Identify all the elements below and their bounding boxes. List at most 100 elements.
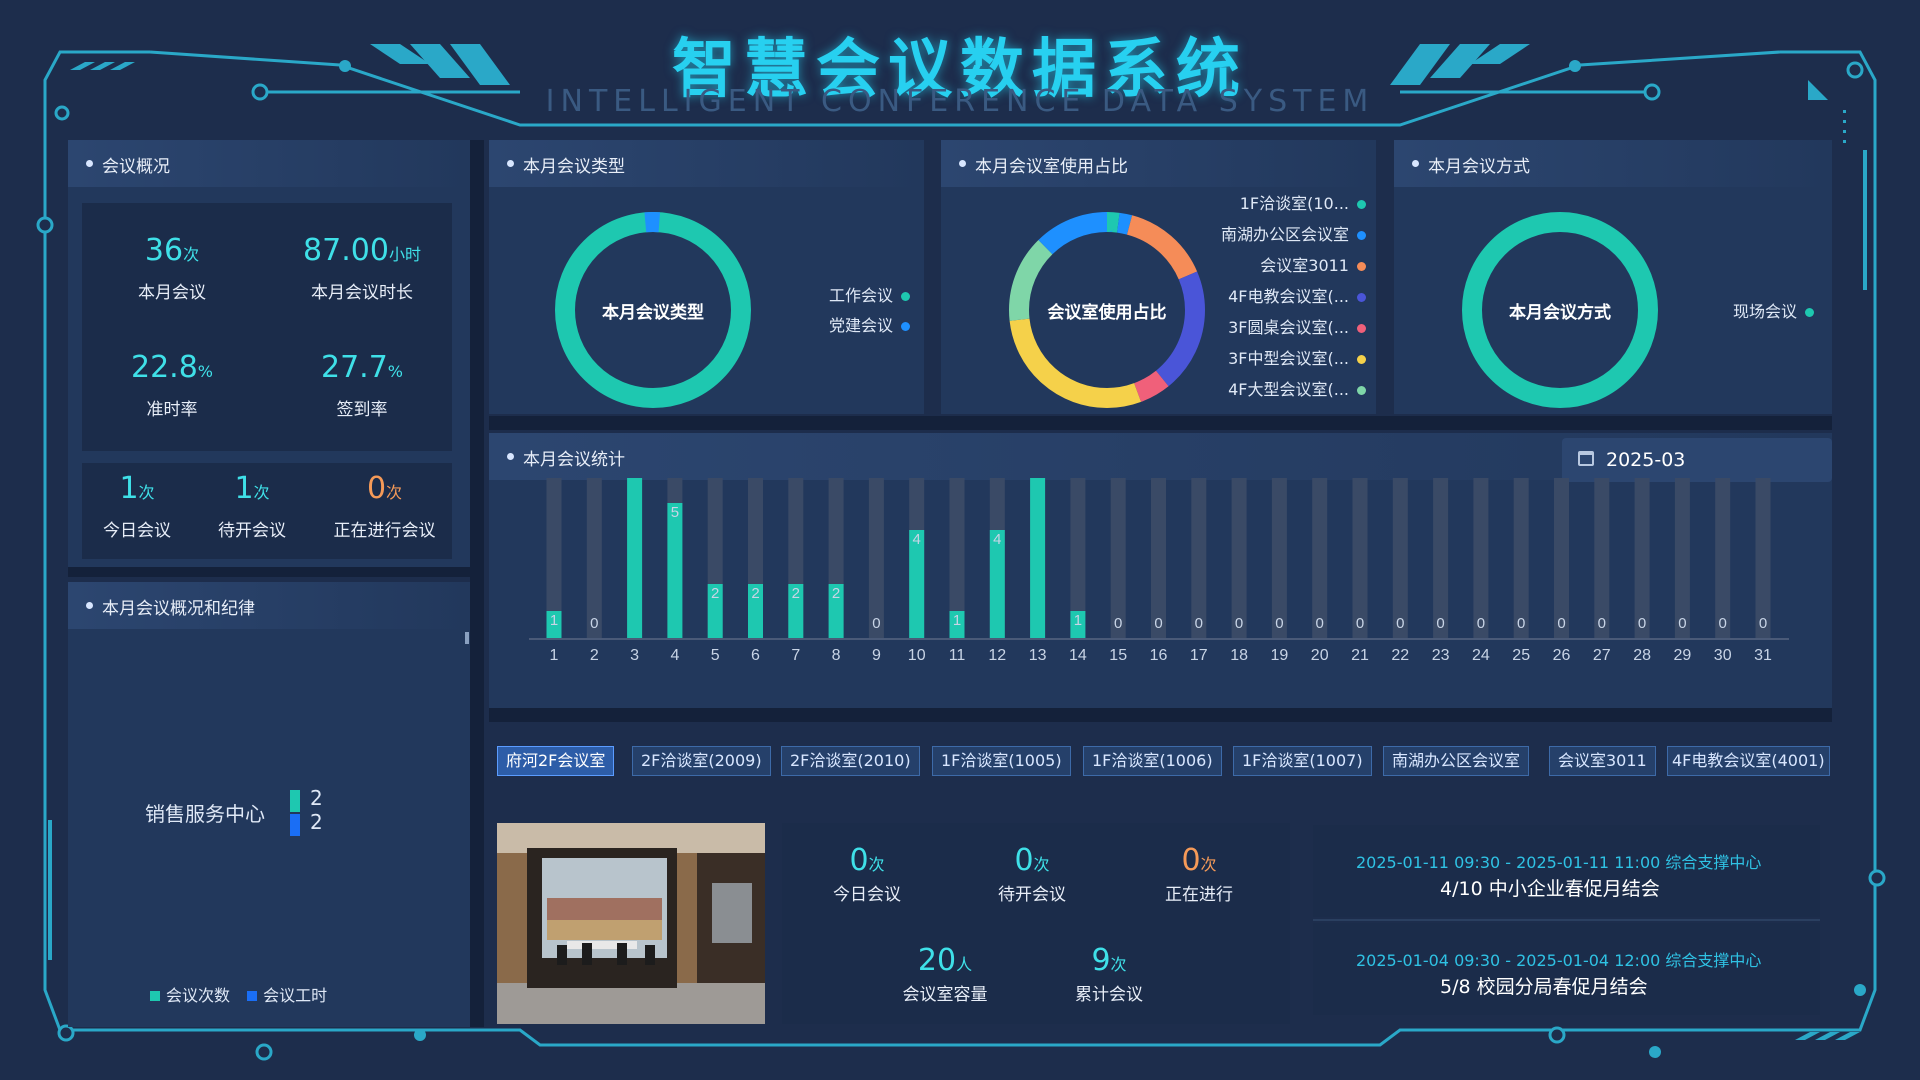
stat-value: 0	[366, 471, 387, 506]
x-tick-label: 22	[1391, 647, 1409, 664]
schedule-time: 2025-01-04 09:30 - 2025-01-04 12:00 综合支撑…	[1356, 951, 1762, 970]
x-tick-label: 2	[590, 647, 599, 664]
overview-today-box: 1次 今日会议 1次 待开会议 0次 正在进行会议	[82, 463, 452, 559]
legend-room-4[interactable]: 4F电教会议室(...	[1228, 283, 1366, 307]
x-tick-label: 20	[1311, 647, 1329, 664]
legend-room-3[interactable]: 会议室3011	[1260, 252, 1366, 276]
stat-label: 今日会议	[833, 885, 901, 905]
stat-value: 87.00	[303, 233, 389, 268]
legend-dot	[1357, 324, 1366, 333]
x-tick-label: 7	[791, 647, 800, 664]
x-tick-label: 5	[711, 647, 720, 664]
bar-value-label: 0	[590, 615, 598, 632]
bar-track	[1674, 478, 1690, 638]
monthly-stats-title: 本月会议统计	[523, 450, 625, 470]
count-bar-value: 2	[310, 786, 323, 810]
stat-label: 会议室容量	[902, 985, 988, 1005]
tab-room-4[interactable]: 1F洽谈室(1005)	[932, 746, 1071, 776]
legend-dot	[1357, 231, 1366, 240]
month-picker[interactable]: 2025-03	[1562, 438, 1832, 482]
bar-value-label: 0	[1154, 615, 1162, 632]
legend-label: 4F大型会议室(...	[1228, 380, 1349, 399]
discipline-scrollbar[interactable]	[465, 632, 469, 644]
page-subtitle: INTELLIGENT CONFERENCE DATA SYSTEM	[545, 84, 1375, 119]
room-total-stat: 9次 累计会议	[1044, 943, 1174, 1005]
tab-room-3[interactable]: 2F洽谈室(2010)	[781, 746, 920, 776]
legend-count-label[interactable]: 会议次数	[166, 986, 230, 1005]
section-divider	[489, 416, 1832, 430]
schedule-item[interactable]: 2025-01-04 09:30 - 2025-01-04 12:00 综合支撑…	[1313, 923, 1820, 1015]
x-tick-label: 23	[1432, 647, 1450, 664]
bar-day-4[interactable]	[667, 503, 683, 638]
header-dot	[86, 160, 93, 167]
stat-label: 签到率	[336, 400, 388, 420]
legend-room-1[interactable]: 1F洽谈室(10...	[1240, 190, 1366, 214]
tab-room-5[interactable]: 1F洽谈室(1006)	[1083, 746, 1222, 776]
bar-value-label: 0	[872, 615, 880, 632]
meeting-type-panel: 本月会议类型 本月会议类型 工作会议 党建会议	[489, 140, 924, 414]
header-dot	[959, 160, 966, 167]
legend-dot	[901, 322, 910, 331]
stat-value: 1	[119, 471, 139, 506]
legend-onsite-meeting[interactable]: 现场会议	[1733, 298, 1814, 322]
bar-value-label: 0	[1678, 615, 1686, 632]
discipline-legend: 会议次数 会议工时	[150, 982, 327, 1006]
legend-room-7[interactable]: 4F大型会议室(...	[1228, 376, 1366, 400]
header-dot	[1412, 160, 1419, 167]
tab-room-1[interactable]: 府河2F会议室	[497, 746, 615, 776]
room-usage-panel: 本月会议室使用占比 会议室使用占比 1F洽谈室(10... 南湖办公区会议室 会…	[941, 140, 1376, 414]
legend-room-6[interactable]: 3F中型会议室(...	[1228, 345, 1366, 369]
legend-party-meeting[interactable]: 党建会议	[829, 312, 910, 336]
discipline-header: 本月会议概况和纪律	[68, 582, 470, 629]
hours-bar-value: 2	[310, 810, 323, 834]
monthly-stats-panel: 本月会议统计 2025-03 1102635425262728094101114…	[489, 433, 1832, 708]
bar-track	[1755, 478, 1771, 638]
legend-label: 1F洽谈室(10...	[1239, 194, 1349, 213]
legend-dot	[1805, 308, 1814, 317]
tab-room-8[interactable]: 会议室3011	[1549, 746, 1656, 776]
x-tick-label: 24	[1472, 647, 1490, 664]
bar-value-label: 0	[1719, 615, 1727, 632]
discipline-category-label: 销售服务中心	[145, 802, 265, 826]
stat-unit: 次	[1033, 855, 1050, 874]
stat-unit: 次	[386, 483, 403, 502]
x-tick-label: 28	[1633, 647, 1651, 664]
stat-unit: 次	[1200, 855, 1217, 874]
tab-room-7[interactable]: 南湖办公区会议室	[1383, 746, 1530, 776]
schedule-title: 5/8 校园分局春促月结会	[1440, 976, 1648, 998]
stat-unit: 小时	[388, 245, 421, 264]
tab-room-6[interactable]: 1F洽谈室(1007)	[1233, 746, 1372, 776]
bar-day-13[interactable]	[1030, 478, 1046, 638]
month-hours-stat: 87.00小时 本月会议时长	[282, 233, 442, 303]
bar-value-label: 1	[1074, 612, 1082, 629]
room-usage-title: 本月会议室使用占比	[975, 157, 1128, 177]
legend-label: 工作会议	[828, 286, 893, 305]
discipline-panel: 本月会议概况和纪律 销售服务中心 2 2 会议次数 会议工时	[68, 582, 470, 1027]
bar-track	[1473, 478, 1489, 638]
stat-label: 正在进行会议	[333, 521, 436, 541]
tab-room-9[interactable]: 4F电教会议室(4001)	[1667, 746, 1830, 776]
header-dot	[507, 160, 514, 167]
schedule-item[interactable]: 2025-01-11 09:30 - 2025-01-11 11:00 综合支撑…	[1313, 825, 1820, 917]
legend-dot	[1357, 293, 1366, 302]
tab-room-2[interactable]: 2F洽谈室(2009)	[632, 746, 771, 776]
bar-value-label: 1	[953, 612, 961, 629]
legend-room-5[interactable]: 3F圆桌会议室(...	[1228, 314, 1366, 338]
x-tick-label: 21	[1351, 647, 1369, 664]
bar-value-label: 1	[550, 612, 558, 629]
bar-day-3[interactable]	[627, 478, 643, 638]
stat-unit: 人	[956, 955, 973, 974]
overview-header: 会议概况	[68, 140, 470, 187]
stat-value: 27.7	[321, 350, 388, 385]
overview-stats-box: 36次 本月会议 87.00小时 本月会议时长 22.8% 准时率 27.7% …	[82, 203, 452, 451]
stat-unit: 次	[138, 483, 155, 502]
stat-label: 本月会议时长	[311, 283, 413, 303]
bar-value-label: 2	[711, 585, 719, 602]
legend-work-meeting[interactable]: 工作会议	[829, 282, 910, 306]
x-tick-label: 9	[872, 647, 881, 664]
ongoing-stat: 0次 正在进行会议	[317, 471, 452, 541]
x-tick-label: 19	[1271, 647, 1289, 664]
legend-hours-label[interactable]: 会议工时	[263, 986, 327, 1005]
legend-room-2[interactable]: 南湖办公区会议室	[1221, 221, 1366, 245]
x-tick-label: 17	[1190, 647, 1208, 664]
